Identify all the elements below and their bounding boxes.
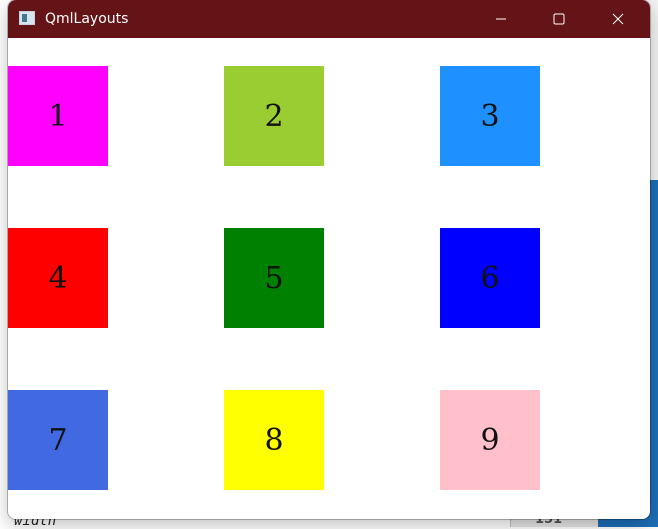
maximize-icon xyxy=(553,13,565,25)
layout-grid: 1 2 3 4 5 6 7 8 9 xyxy=(8,38,650,519)
grid-cell: 2 xyxy=(224,66,324,166)
cell-label: 9 xyxy=(480,422,500,458)
editor-side-bar xyxy=(650,180,658,527)
cell-label: 3 xyxy=(480,98,500,134)
cell-label: 7 xyxy=(48,422,68,458)
title-bar[interactable]: QmlLayouts xyxy=(8,0,650,38)
cell-label: 1 xyxy=(48,98,68,134)
grid-cell: 9 xyxy=(440,390,540,490)
app-icon xyxy=(19,11,35,25)
maximize-button[interactable] xyxy=(536,0,582,38)
window-title: QmlLayouts xyxy=(45,11,129,27)
grid-cell: 3 xyxy=(440,66,540,166)
cell-label: 8 xyxy=(264,422,284,458)
grid-cell: 7 xyxy=(8,390,108,490)
cell-label: 4 xyxy=(48,260,68,296)
cell-label: 6 xyxy=(480,260,500,296)
grid-cell: 5 xyxy=(224,228,324,328)
grid-cell: 8 xyxy=(224,390,324,490)
cell-label: 5 xyxy=(264,260,284,296)
app-window: QmlLayouts 1 2 3 4 5 6 7 8 9 xyxy=(8,0,650,519)
grid-cell: 1 xyxy=(8,66,108,166)
minimize-icon xyxy=(495,13,507,25)
cell-label: 2 xyxy=(264,98,284,134)
close-button[interactable] xyxy=(595,0,641,38)
grid-cell: 6 xyxy=(440,228,540,328)
close-icon xyxy=(612,13,624,25)
minimize-button[interactable] xyxy=(478,0,524,38)
grid-cell: 4 xyxy=(8,228,108,328)
